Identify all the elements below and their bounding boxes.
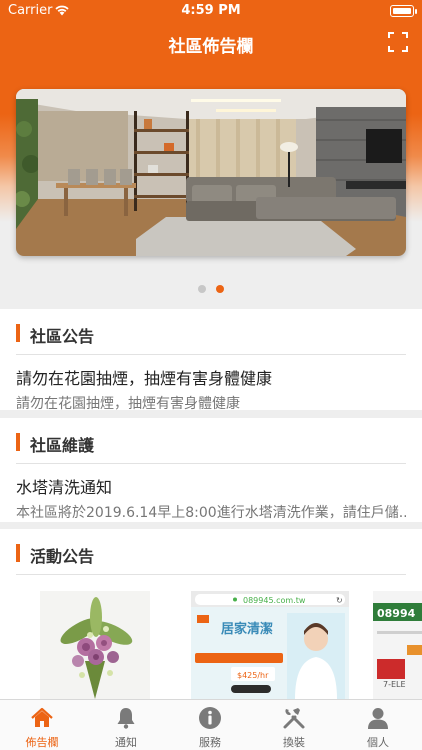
person-icon (368, 708, 388, 729)
home-icon (31, 707, 53, 727)
maintenance-section: 社區維護 水塔清洗通知 本社區將於2019.6.14早上8:00進行水塔清洗作業… (0, 418, 422, 522)
partial-ad-tag: 7-ELE (383, 680, 406, 689)
item-description: 本社區將於2019.6.14早上8:00進行水塔清洗作業，請住戶儲... (16, 505, 406, 521)
events-section: 活動公告 089945.com.tw ↻ 居家清潔 $425/hr 08994 … (0, 529, 422, 699)
section-title: 社區維護 (30, 436, 95, 455)
events-carousel[interactable]: 089945.com.tw ↻ 居家清潔 $425/hr 08994 7-ELE (0, 591, 422, 699)
battery-icon (390, 5, 417, 17)
ad-headline: 居家清潔 (221, 621, 273, 637)
status-bar: Carrier 4:59 PM (0, 0, 422, 22)
cleaning-ad-image: 089945.com.tw ↻ 居家清潔 $425/hr (191, 591, 349, 699)
partial-ad-brand: 08994 (377, 607, 416, 620)
section-header: 社區公告 (16, 309, 406, 355)
tab-label: 佈告欄 (25, 736, 59, 749)
item-title: 水塔清洗通知 (16, 478, 113, 497)
section-header: 活動公告 (16, 529, 406, 575)
bouquet-image (40, 591, 150, 699)
maintenance-item[interactable]: 水塔清洗通知 本社區將於2019.6.14早上8:00進行水塔清洗作業，請住戶儲… (0, 464, 422, 523)
ad-url: 089945.com.tw (243, 596, 306, 605)
event-card-cleaning-ad[interactable]: 089945.com.tw ↻ 居家清潔 $425/hr (191, 591, 349, 699)
event-card-partial-ad[interactable]: 08994 7-ELE (373, 591, 422, 699)
section-accent-bar (16, 433, 20, 451)
tab-label: 服務 (199, 736, 221, 749)
section-accent-bar (16, 324, 20, 342)
section-accent-bar (16, 544, 20, 562)
tab-services[interactable]: 服務 (168, 700, 252, 750)
tab-bulletin[interactable]: 佈告欄 (0, 700, 84, 750)
banner-carousel[interactable] (16, 89, 406, 256)
carousel-dot-2[interactable] (216, 285, 224, 293)
tab-label: 個人 (367, 736, 389, 749)
tab-profile[interactable]: 個人 (336, 700, 420, 750)
scan-icon[interactable] (388, 32, 408, 52)
section-header: 社區維護 (16, 418, 406, 464)
tab-notifications[interactable]: 通知 (84, 700, 168, 750)
carousel-dot-1[interactable] (198, 285, 206, 293)
bell-icon (117, 708, 135, 729)
item-description: 請勿在花園抽煙，抽煙有害身體健康 (16, 396, 240, 412)
tab-label: 通知 (115, 736, 137, 749)
tab-bar: 佈告欄 通知 服務 換裝 個人 (0, 699, 422, 750)
info-icon (199, 707, 221, 729)
section-title: 社區公告 (30, 327, 95, 346)
item-title: 請勿在花園抽煙，抽煙有害身體健康 (16, 369, 273, 388)
tools-icon (283, 708, 305, 729)
status-time: 4:59 PM (181, 3, 241, 18)
announcement-item[interactable]: 請勿在花園抽煙，抽煙有害身體健康 請勿在花園抽煙，抽煙有害身體健康 (0, 355, 422, 414)
page-title: 社區佈告欄 (168, 37, 254, 57)
ad-price: $425/hr (237, 671, 269, 680)
section-title: 活動公告 (30, 547, 95, 566)
tab-renovation[interactable]: 換裝 (252, 700, 336, 750)
partial-ad-image: 08994 7-ELE (373, 591, 422, 699)
banner-image (16, 89, 406, 256)
announcements-section: 社區公告 請勿在花園抽煙，抽煙有害身體健康 請勿在花園抽煙，抽煙有害身體健康 (0, 309, 422, 412)
carousel-indicator (0, 278, 422, 297)
tab-label: 換裝 (283, 736, 305, 749)
svg-text:↻: ↻ (336, 596, 343, 605)
event-card-flowers[interactable] (40, 591, 150, 699)
